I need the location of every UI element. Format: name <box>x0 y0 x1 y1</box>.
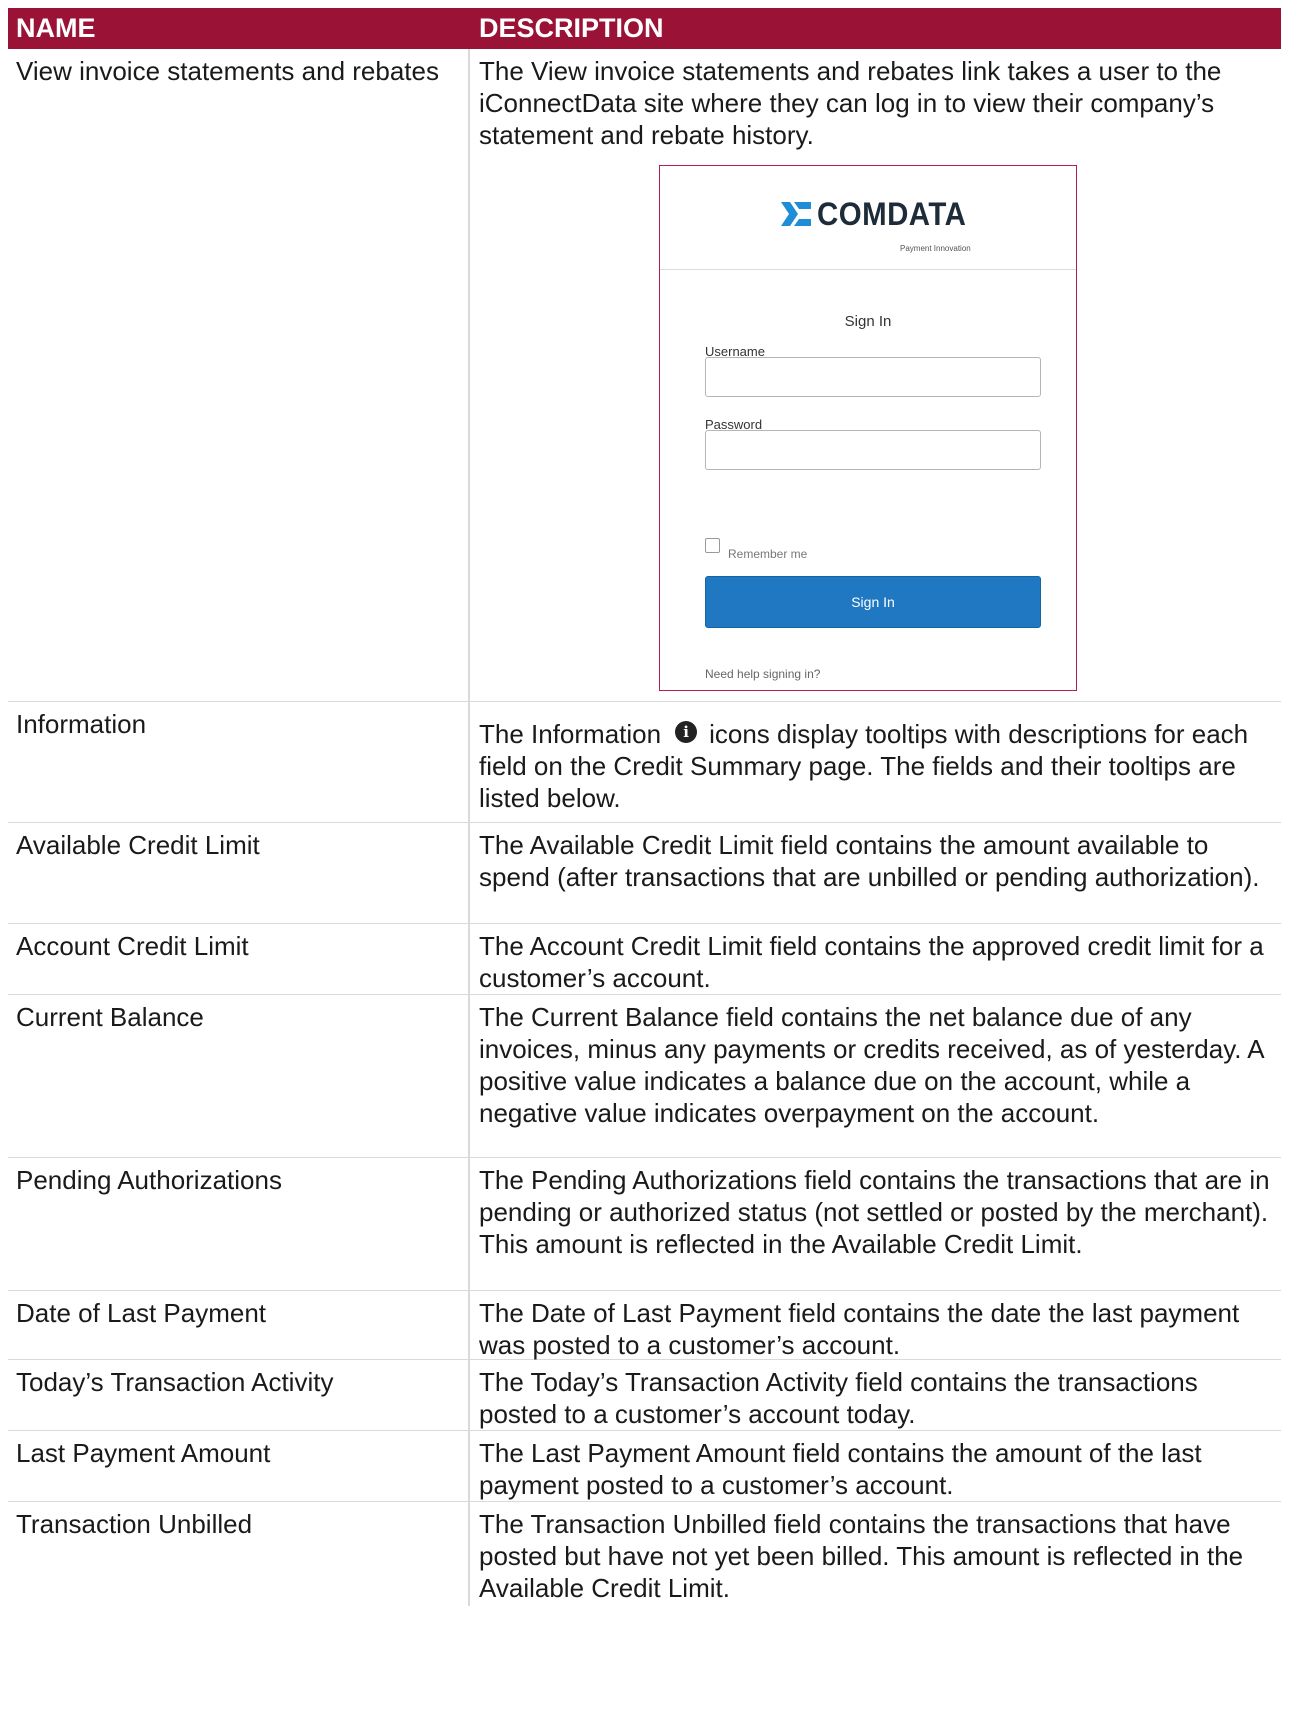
row-name: Available Credit Limit <box>8 823 470 923</box>
row-name: Current Balance <box>8 995 470 1157</box>
remember-me-label: Remember me <box>728 547 808 561</box>
password-input[interactable] <box>705 430 1041 470</box>
row-name: Today’s Transaction Activity <box>8 1360 470 1430</box>
sign-in-button[interactable]: Sign In <box>705 576 1041 628</box>
logo-text: COMDATA <box>817 196 967 232</box>
header-description: DESCRIPTION <box>479 13 664 43</box>
row-description: The Current Balance field contains the n… <box>479 1002 1264 1128</box>
field-description-table: NAME DESCRIPTION View invoice statements… <box>8 8 1281 1606</box>
table-header: NAME DESCRIPTION <box>8 8 1281 49</box>
table-row: Current Balance The Current Balance fiel… <box>8 995 1281 1158</box>
row-description: The Transaction Unbilled field contains … <box>479 1509 1244 1603</box>
row-description: The View invoice statements and rebates … <box>479 56 1222 150</box>
row-description: The Last Payment Amount field contains t… <box>479 1438 1202 1500</box>
table-row: Available Credit Limit The Available Cre… <box>8 823 1281 924</box>
comdata-logo: COMDATA <box>781 198 979 230</box>
row-description: The Information i icons display tooltips w… <box>470 702 1281 822</box>
row-description: The Available Credit Limit field contain… <box>479 830 1260 892</box>
row-name: Information <box>8 702 470 822</box>
row-description: The Account Credit Limit field contains … <box>479 931 1264 993</box>
row-name: Last Payment Amount <box>8 1431 470 1501</box>
header-name: NAME <box>16 13 96 43</box>
comdata-logo-icon <box>781 202 811 226</box>
row-description: The Pending Authorizations field contain… <box>479 1165 1270 1259</box>
row-description: The Date of Last Payment field contains … <box>479 1298 1240 1360</box>
logo-tagline: Payment Innovation <box>900 244 971 253</box>
login-screenshot: COMDATA Payment Innovation Sign In Usern… <box>659 165 1077 691</box>
row-name: View invoice statements and rebates <box>8 49 470 701</box>
row-name: Account Credit Limit <box>8 924 470 994</box>
username-input[interactable] <box>705 357 1041 397</box>
row-description: The Today’s Transaction Activity field c… <box>479 1367 1198 1429</box>
table-row: Pending Authorizations The Pending Autho… <box>8 1158 1281 1291</box>
row-name: Pending Authorizations <box>8 1158 470 1290</box>
table-row: Transaction Unbilled The Transaction Unb… <box>8 1502 1281 1606</box>
logo-area: COMDATA Payment Innovation <box>660 166 1076 270</box>
remember-me-checkbox[interactable] <box>705 538 720 553</box>
table-row: Information The Information i icons displa… <box>8 702 1281 823</box>
row-name: Transaction Unbilled <box>8 1502 470 1606</box>
info-circle-icon: i <box>675 721 698 743</box>
table-row: Last Payment Amount The Last Payment Amo… <box>8 1431 1281 1502</box>
table-row: Account Credit Limit The Account Credit … <box>8 924 1281 995</box>
row-name: Date of Last Payment <box>8 1291 470 1359</box>
row-description-before: The Information <box>479 719 662 749</box>
signin-title: Sign In <box>844 313 892 330</box>
table-row: Today’s Transaction Activity The Today’s… <box>8 1360 1281 1431</box>
table-row: View invoice statements and rebates The … <box>8 49 1281 702</box>
table-row: Date of Last Payment The Date of Last Pa… <box>8 1291 1281 1360</box>
row-description-cell: The View invoice statements and rebates … <box>470 49 1281 701</box>
help-link[interactable]: Need help signing in? <box>705 658 820 690</box>
